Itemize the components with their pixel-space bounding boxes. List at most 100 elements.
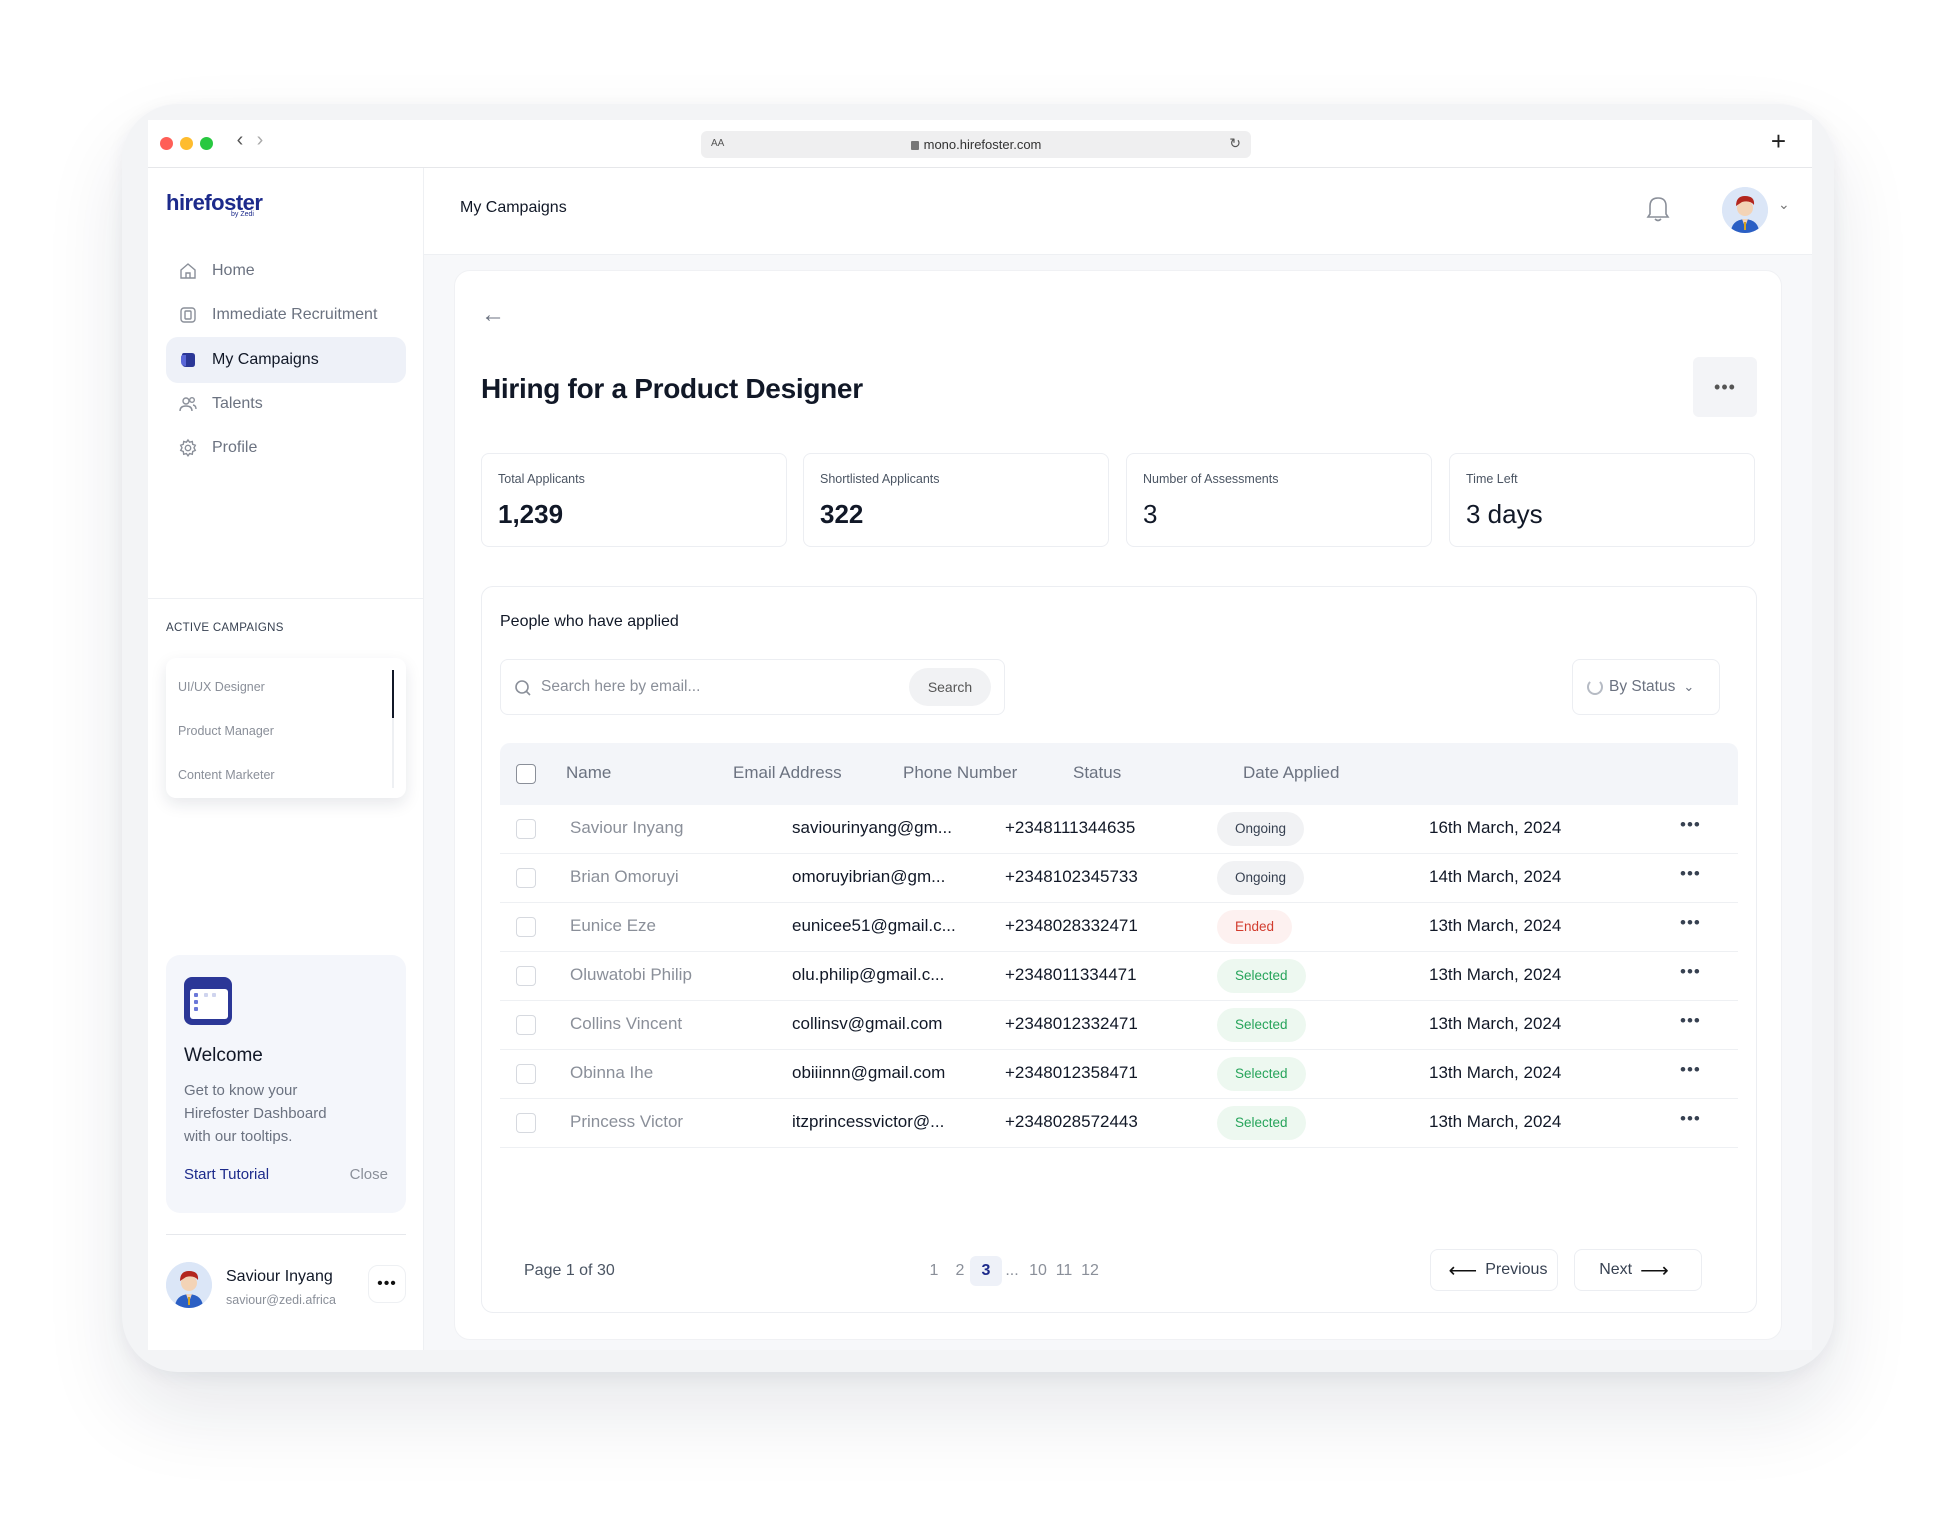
welcome-text: Get to know your Hirefoster Dashboard wi… (184, 1082, 327, 1145)
applicant-phone: +2348028332471 (1005, 916, 1138, 935)
applicant-name: Obinna Ihe (570, 1063, 654, 1082)
page-title: Hiring for a Product Designer (481, 373, 863, 404)
header-avatar[interactable] (1722, 187, 1768, 233)
user-avatar[interactable] (166, 1262, 212, 1308)
sidebar-item-profile[interactable]: Profile (166, 425, 406, 471)
back-button[interactable]: ← (481, 301, 505, 329)
sidebar-item-home[interactable]: Home (166, 248, 406, 294)
sidebar-item-label: Immediate Recruitment (212, 306, 378, 323)
applicant-phone: +2348011334471 (1005, 965, 1137, 984)
close-tutorial-button[interactable]: Close (350, 1166, 388, 1183)
row-checkbox[interactable] (516, 1064, 536, 1084)
new-tab-button[interactable]: + (1771, 126, 1786, 157)
bell-icon[interactable] (1645, 193, 1671, 223)
applicant-email: omoruyibrian@gm... (792, 867, 946, 886)
scrollbar-thumb[interactable] (392, 670, 394, 718)
sidebar-item-immediate-recruitment[interactable]: Immediate Recruitment (166, 292, 406, 338)
active-campaign-item[interactable]: UI/UX Designer (178, 680, 265, 694)
row-checkbox[interactable] (516, 1015, 536, 1035)
search-button[interactable]: Search (909, 668, 991, 706)
row-more-button[interactable]: ••• (1680, 864, 1701, 884)
status-badge: Selected (1217, 1057, 1306, 1091)
column-header-phone[interactable]: Phone Number (903, 763, 1017, 783)
table-row[interactable]: Oluwatobi Philip olu.philip@gmail.c... +23… (500, 952, 1738, 1001)
table-row[interactable]: Saviour Inyang saviourinyang@gm... +234811… (500, 805, 1738, 854)
applicant-email: eunicee51@gmail.c... (792, 916, 956, 935)
browser-back-button[interactable]: ‹ (232, 129, 248, 152)
campaign-more-button[interactable]: ••• (1693, 357, 1757, 417)
stat-label: Time Left (1466, 472, 1518, 486)
stat-label: Total Applicants (498, 472, 585, 486)
active-campaign-item[interactable]: Content Marketer (178, 768, 275, 782)
next-button[interactable]: Next ⟶ (1574, 1249, 1702, 1291)
table-row[interactable]: Obinna Ihe obiiinnn@gmail.com +23480123584… (500, 1050, 1738, 1099)
status-badge: Ended (1217, 910, 1293, 944)
search-icon (513, 678, 533, 698)
sidebar-item-label: Talents (212, 395, 263, 412)
stat-label: Number of Assessments (1143, 472, 1279, 486)
applicant-phone: +2348102345733 (1005, 867, 1138, 886)
start-tutorial-button[interactable]: Start Tutorial (184, 1166, 269, 1183)
browser-forward-button[interactable]: › (252, 129, 268, 152)
column-header-date[interactable]: Date Applied (1243, 763, 1339, 783)
row-more-button[interactable]: ••• (1680, 962, 1701, 982)
divider (166, 1234, 406, 1235)
row-more-button[interactable]: ••• (1680, 913, 1701, 933)
column-header-status[interactable]: Status (1073, 763, 1121, 783)
column-header-name[interactable]: Name (566, 763, 611, 783)
status-filter-label: By Status (1609, 678, 1676, 695)
stat-value: 1,239 (498, 499, 564, 529)
sidebar-item-my-campaigns[interactable]: My Campaigns (166, 337, 406, 383)
browser-window: ‹ › AA mono.hirefoster.com ↻ + hirefoste… (148, 120, 1812, 1350)
table-row[interactable]: Brian Omoruyi omoruyibrian@gm... +23481023… (500, 854, 1738, 903)
main-content: ← Hiring for a Product Designer ••• Tota… (424, 255, 1812, 1350)
status-badge: Selected (1217, 959, 1306, 993)
applicant-date: 13th March, 2024 (1429, 1112, 1562, 1131)
row-more-button[interactable]: ••• (1680, 1109, 1701, 1129)
stat-value: 3 (1143, 499, 1158, 529)
address-bar[interactable]: AA mono.hirefoster.com ↻ (701, 131, 1251, 158)
applicant-email: olu.philip@gmail.c... (792, 965, 945, 984)
row-checkbox[interactable] (516, 868, 536, 888)
column-header-email[interactable]: Email Address (733, 763, 842, 783)
select-all-checkbox[interactable] (516, 764, 536, 784)
reload-icon[interactable]: ↻ (1229, 135, 1241, 152)
status-filter-dropdown[interactable]: By Status ⌄ (1572, 659, 1720, 715)
applicant-email: saviourinyang@gm... (792, 818, 952, 837)
row-checkbox[interactable] (516, 1113, 536, 1133)
row-more-button[interactable]: ••• (1680, 815, 1701, 835)
applicant-name: Collins Vincent (570, 1014, 683, 1033)
zoom-window-button[interactable] (200, 137, 213, 150)
active-campaign-item[interactable]: Product Manager (178, 724, 274, 738)
pagination: 1 2 3... 10 11 12 (918, 1251, 1100, 1291)
row-checkbox[interactable] (516, 819, 536, 839)
stat-card-shortlisted-applicants: Shortlisted Applicants 322 (803, 453, 1109, 547)
applicant-name: Oluwatobi Philip (570, 965, 692, 984)
previous-button[interactable]: ⟵ Previous (1430, 1249, 1558, 1291)
campaign-panel: ← Hiring for a Product Designer ••• Tota… (454, 270, 1782, 1340)
applicant-date: 14th March, 2024 (1429, 867, 1562, 886)
row-more-button[interactable]: ••• (1680, 1060, 1701, 1080)
sidebar-item-label: Profile (212, 439, 258, 456)
page-number[interactable]: 12 (1074, 1256, 1106, 1286)
applicant-date: 13th March, 2024 (1429, 916, 1562, 935)
campaigns-icon (178, 350, 198, 370)
sidebar-item-talents[interactable]: Talents (166, 381, 406, 427)
applicant-name: Princess Victor (570, 1112, 684, 1131)
row-more-button[interactable]: ••• (1680, 1011, 1701, 1031)
user-more-button[interactable]: ••• (368, 1265, 406, 1303)
close-window-button[interactable] (160, 137, 173, 150)
row-checkbox[interactable] (516, 917, 536, 937)
table-row[interactable]: Princess Victor itzprincessvictor@... +234… (500, 1099, 1738, 1148)
chevron-down-icon[interactable]: ⌄ (1778, 196, 1790, 213)
minimize-window-button[interactable] (180, 137, 193, 150)
stat-card-number-of-assessments: Number of Assessments 3 (1126, 453, 1432, 547)
user-name: Saviour Inyang (226, 1268, 333, 1285)
status-badge: Selected (1217, 1106, 1306, 1140)
table-row[interactable]: Collins Vincent collinsv@gmail.com +234801… (500, 1001, 1738, 1050)
lock-icon (910, 141, 919, 150)
table-row[interactable]: Eunice Eze eunicee51@gmail.c... +234802833… (500, 903, 1738, 952)
applicant-name: Brian Omoruyi (570, 867, 679, 886)
row-checkbox[interactable] (516, 966, 536, 986)
search-input[interactable] (541, 670, 881, 704)
